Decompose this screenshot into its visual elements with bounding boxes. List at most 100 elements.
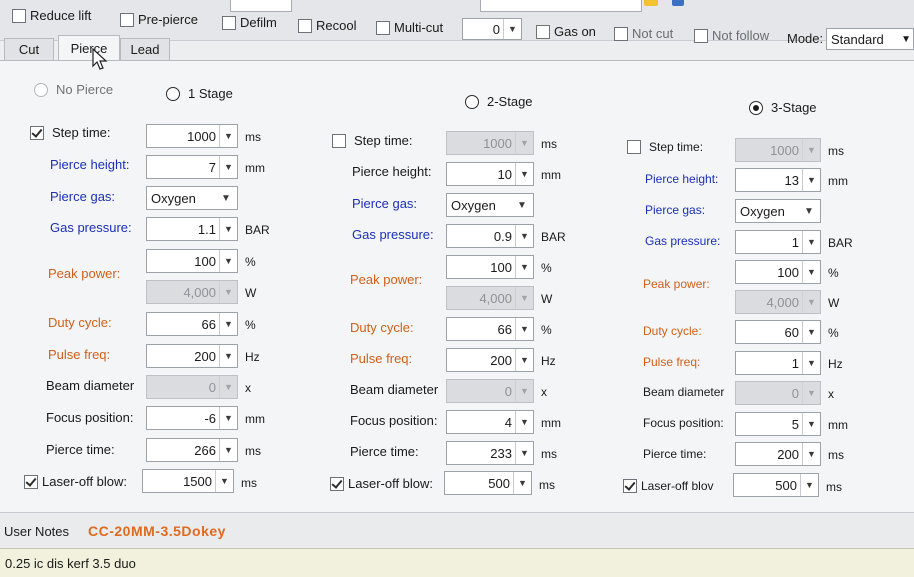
- checkbox-box[interactable]: [536, 24, 550, 39]
- radio-1-stage[interactable]: 1 Stage: [166, 86, 233, 101]
- not-follow-checkbox[interactable]: Not follow: [694, 28, 769, 43]
- stage3-laser-off-blow-input[interactable]: 500 ▼: [733, 473, 819, 497]
- stage1-laser-off-blow-input[interactable]: 1500 ▼: [142, 469, 234, 493]
- gas-on-checkbox[interactable]: Gas on: [536, 24, 596, 39]
- stage1-pierce-gas-dropdown[interactable]: Oxygen ▼: [146, 186, 238, 210]
- stage1-pulse-freq-input[interactable]: 200 ▼: [146, 344, 238, 368]
- stage1-peak-power-pct-input[interactable]: 100 ▼: [146, 249, 238, 273]
- stage3-focus-position-input[interactable]: 5 ▼: [735, 412, 821, 436]
- stage3-pierce-height-input[interactable]: 13 ▼: [735, 168, 821, 192]
- stage1-gas-pressure-input[interactable]: 1.1 ▼: [146, 217, 238, 241]
- chevron-down-icon[interactable]: ▼: [802, 352, 820, 374]
- not-cut-checkbox[interactable]: Not cut: [614, 26, 673, 41]
- checkbox-box[interactable]: [614, 26, 628, 41]
- checkbox-box[interactable]: [120, 12, 134, 27]
- chevron-down-icon[interactable]: ▼: [219, 125, 237, 147]
- radio-2-stage[interactable]: 2-Stage: [465, 94, 533, 109]
- chevron-down-icon[interactable]: ▼: [802, 321, 820, 343]
- chevron-down-icon[interactable]: ▼: [219, 345, 237, 367]
- defilm-checkbox[interactable]: Defilm: [222, 15, 277, 30]
- radio-3-stage[interactable]: 3-Stage: [749, 100, 817, 115]
- checkbox-box[interactable]: [376, 20, 390, 35]
- stage3-pierce-time-input[interactable]: 200 ▼: [735, 442, 821, 466]
- radio-circle[interactable]: [166, 86, 180, 101]
- stage3-pierce-gas-dropdown[interactable]: Oxygen ▼: [735, 199, 821, 223]
- checkbox-box-checked[interactable]: [24, 474, 38, 489]
- mode-dropdown[interactable]: Standard ▼: [826, 28, 914, 50]
- chevron-down-icon[interactable]: ▼: [219, 313, 237, 335]
- chevron-down-icon[interactable]: ▼: [798, 206, 820, 217]
- stage1-step-time-input[interactable]: 1000 ▼: [146, 124, 238, 148]
- stage2-gas-pressure-input[interactable]: 0.9 ▼: [446, 224, 534, 248]
- stage1-step-time-checkbox[interactable]: Step time:: [30, 125, 111, 140]
- radio-circle-selected[interactable]: [749, 100, 763, 115]
- stage2-pierce-gas-dropdown[interactable]: Oxygen ▼: [446, 193, 534, 217]
- chevron-down-icon[interactable]: ▼: [503, 19, 521, 39]
- checkbox-box-checked[interactable]: [30, 125, 44, 140]
- stage2-pierce-time-input[interactable]: 233 ▼: [446, 441, 534, 465]
- checkbox-box[interactable]: [332, 133, 346, 148]
- stage3-duty-cycle-input[interactable]: 60 ▼: [735, 320, 821, 344]
- chevron-down-icon[interactable]: ▼: [802, 443, 820, 465]
- user-notes-field[interactable]: CC-20MM-3.5Dokey: [88, 523, 226, 539]
- chevron-down-icon[interactable]: ▼: [219, 218, 237, 240]
- tab-lead[interactable]: Lead: [120, 38, 170, 60]
- chevron-down-icon[interactable]: ▼: [215, 470, 233, 492]
- stage3-pulse-freq-input[interactable]: 1 ▼: [735, 351, 821, 375]
- chevron-down-icon[interactable]: ▼: [515, 256, 533, 278]
- stage1-duty-cycle-input[interactable]: 66 ▼: [146, 312, 238, 336]
- chevron-down-icon[interactable]: ▼: [802, 169, 820, 191]
- chevron-down-icon[interactable]: ▼: [515, 411, 533, 433]
- checkbox-box[interactable]: [222, 15, 236, 30]
- multi-cut-checkbox[interactable]: Multi-cut: [376, 20, 443, 35]
- radio-circle[interactable]: [465, 94, 479, 109]
- stage2-focus-position-input[interactable]: 4 ▼: [446, 410, 534, 434]
- radio-circle[interactable]: [34, 82, 48, 97]
- chevron-down-icon[interactable]: ▼: [802, 261, 820, 283]
- tab-cut[interactable]: Cut: [4, 38, 54, 60]
- tab-pierce[interactable]: Pierce: [58, 35, 120, 61]
- stage1-laser-off-blow-checkbox[interactable]: Laser-off blow:: [24, 474, 127, 489]
- stage3-peak-power-pct-input[interactable]: 100 ▼: [735, 260, 821, 284]
- toolbar-field-b[interactable]: [480, 0, 642, 12]
- chevron-down-icon[interactable]: ▼: [513, 472, 531, 494]
- chevron-down-icon[interactable]: ▼: [515, 442, 533, 464]
- stage2-peak-power-pct-input[interactable]: 100 ▼: [446, 255, 534, 279]
- chevron-down-icon[interactable]: ▼: [219, 439, 237, 461]
- checkbox-box-checked[interactable]: [330, 476, 344, 491]
- chevron-down-icon[interactable]: ▼: [515, 225, 533, 247]
- flag-icon[interactable]: [672, 0, 684, 6]
- chevron-down-icon[interactable]: ▼: [219, 407, 237, 429]
- stage2-laser-off-blow-checkbox[interactable]: Laser-off blow:: [330, 476, 433, 491]
- multi-cut-count-spinner[interactable]: 0 ▼: [462, 18, 522, 40]
- stage2-step-time-checkbox[interactable]: Step time:: [332, 133, 413, 148]
- stage2-pulse-freq-input[interactable]: 200 ▼: [446, 348, 534, 372]
- reduce-lift-checkbox[interactable]: Reduce lift: [12, 8, 91, 23]
- recool-checkbox[interactable]: Recool: [298, 18, 356, 33]
- chevron-down-icon[interactable]: ▼: [515, 163, 533, 185]
- checkbox-box[interactable]: [12, 8, 26, 23]
- pre-pierce-checkbox[interactable]: Pre-pierce: [120, 12, 198, 27]
- stage3-step-time-checkbox[interactable]: Step time:: [627, 140, 703, 154]
- chevron-down-icon[interactable]: ▼: [802, 231, 820, 253]
- radio-no-pierce[interactable]: No Pierce: [34, 82, 113, 97]
- chevron-down-icon[interactable]: ▼: [511, 200, 533, 211]
- chevron-down-icon[interactable]: ▼: [515, 349, 533, 371]
- stage1-focus-position-input[interactable]: -6 ▼: [146, 406, 238, 430]
- checkbox-box[interactable]: [694, 28, 708, 43]
- stage1-pierce-height-input[interactable]: 7 ▼: [146, 155, 238, 179]
- checkbox-box-checked[interactable]: [623, 479, 637, 493]
- chevron-down-icon[interactable]: ▼: [802, 413, 820, 435]
- stage2-laser-off-blow-input[interactable]: 500 ▼: [444, 471, 532, 495]
- folder-icon[interactable]: [644, 0, 658, 6]
- stage1-pierce-time-input[interactable]: 266 ▼: [146, 438, 238, 462]
- stage2-duty-cycle-input[interactable]: 66 ▼: [446, 317, 534, 341]
- stage3-laser-off-blow-checkbox[interactable]: Laser-off blov: [623, 479, 714, 493]
- chevron-down-icon[interactable]: ▼: [901, 34, 913, 45]
- chevron-down-icon[interactable]: ▼: [515, 318, 533, 340]
- chevron-down-icon[interactable]: ▼: [219, 250, 237, 272]
- chevron-down-icon[interactable]: ▼: [800, 474, 818, 496]
- chevron-down-icon[interactable]: ▼: [215, 193, 237, 204]
- chevron-down-icon[interactable]: ▼: [219, 156, 237, 178]
- stage3-gas-pressure-input[interactable]: 1 ▼: [735, 230, 821, 254]
